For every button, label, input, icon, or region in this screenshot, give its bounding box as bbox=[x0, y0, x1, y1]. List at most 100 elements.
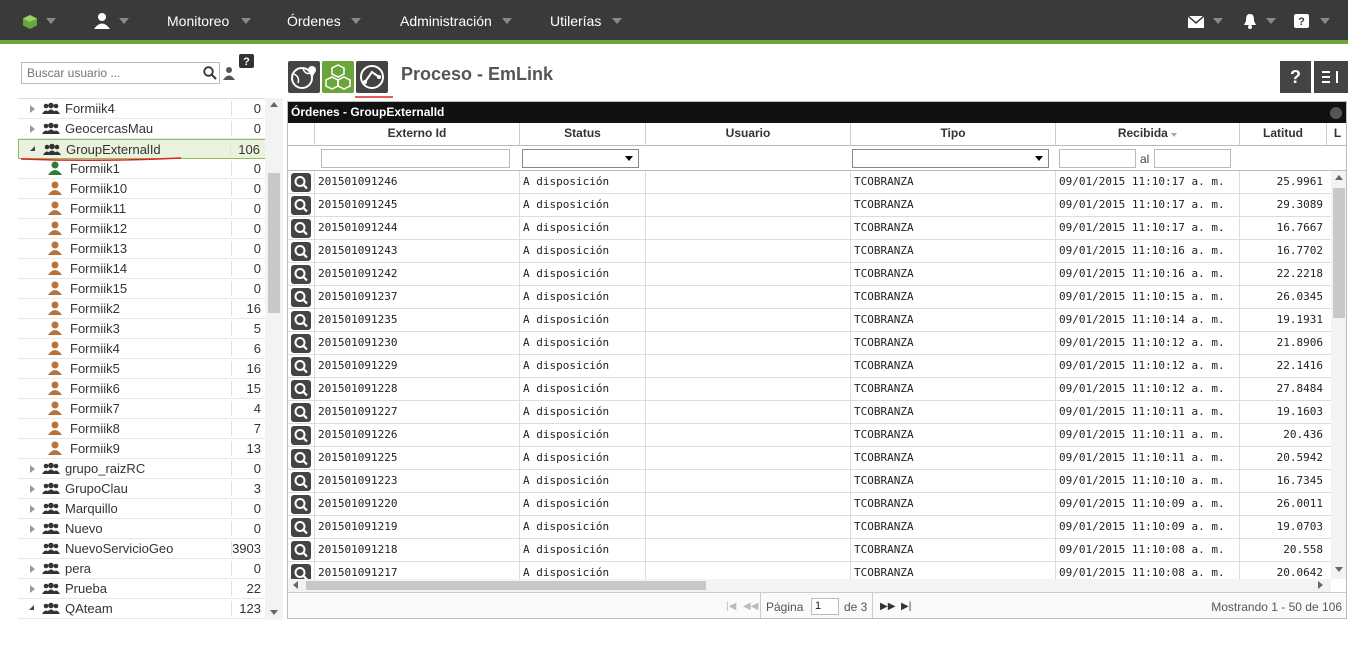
tree-group-item[interactable]: Formiik4 0 bbox=[18, 99, 283, 119]
scroll-right-arrow[interactable] bbox=[1318, 581, 1323, 589]
view-detail-button[interactable] bbox=[291, 242, 311, 261]
user-filter-icon[interactable] bbox=[223, 66, 235, 85]
bell-icon[interactable] bbox=[1243, 13, 1257, 34]
scroll-thumb[interactable] bbox=[268, 173, 280, 313]
chevron-down-icon[interactable] bbox=[1320, 18, 1330, 24]
expand-arrow-icon[interactable] bbox=[30, 125, 35, 133]
tree-user-item[interactable]: Formiik8 7 bbox=[18, 419, 283, 439]
tree-group-item[interactable]: GeocercasMau 0 bbox=[18, 119, 283, 139]
tree-user-item[interactable]: Formiik14 0 bbox=[18, 259, 283, 279]
table-row[interactable]: 201501091242 A disposición TCOBRANZA 09/01/… bbox=[288, 263, 1331, 286]
chevron-down-icon[interactable] bbox=[1266, 18, 1276, 24]
table-row[interactable]: 201501091228 A disposición TCOBRANZA 09/01/… bbox=[288, 378, 1331, 401]
recibida-from-filter[interactable] bbox=[1059, 149, 1136, 168]
table-row[interactable]: 201501091226 A disposición TCOBRANZA 09/01/… bbox=[288, 424, 1331, 447]
view-detail-button[interactable] bbox=[291, 449, 311, 468]
tree-group-item[interactable]: Nuevo 0 bbox=[18, 519, 283, 539]
tree-user-item[interactable]: Formiik2 16 bbox=[18, 299, 283, 319]
collapse-arrow-icon[interactable] bbox=[29, 605, 34, 610]
table-row[interactable]: 201501091246 A disposición TCOBRANZA 09/01/… bbox=[288, 171, 1331, 194]
tree-user-item[interactable]: Formiik9 13 bbox=[18, 439, 283, 459]
view-detail-button[interactable] bbox=[291, 219, 311, 238]
expand-arrow-icon[interactable] bbox=[30, 585, 35, 593]
tree-user-item[interactable]: Formiik13 0 bbox=[18, 239, 283, 259]
table-row[interactable]: 201501091217 A disposición TCOBRANZA 09/01/… bbox=[288, 562, 1331, 579]
tree-user-item[interactable]: Formiik11 0 bbox=[18, 199, 283, 219]
view-detail-button[interactable] bbox=[291, 265, 311, 284]
view-detail-button[interactable] bbox=[291, 357, 311, 376]
view-detail-button[interactable] bbox=[291, 426, 311, 445]
col-header-tipo[interactable]: Tipo bbox=[850, 123, 1055, 146]
tree-user-item[interactable]: Formiik10 0 bbox=[18, 179, 283, 199]
view-detail-button[interactable] bbox=[291, 541, 311, 560]
expand-arrow-icon[interactable] bbox=[30, 505, 35, 513]
col-header-recibida[interactable]: Recibida bbox=[1055, 123, 1239, 146]
tree-user-item[interactable]: Formiik15 0 bbox=[18, 279, 283, 299]
grid-horizontal-scrollbar[interactable] bbox=[288, 579, 1331, 592]
user-search-input[interactable] bbox=[22, 63, 192, 83]
user-icon[interactable] bbox=[93, 11, 111, 34]
tree-group-item[interactable]: NuevoServicioGeo 3903 bbox=[18, 539, 283, 559]
view-detail-button[interactable] bbox=[291, 472, 311, 491]
tree-user-item[interactable]: Formiik7 4 bbox=[18, 399, 283, 419]
menu-button[interactable] bbox=[1314, 61, 1348, 93]
table-row[interactable]: 201501091230 A disposición TCOBRANZA 09/01/… bbox=[288, 332, 1331, 355]
help-icon[interactable]: ? bbox=[1294, 14, 1309, 33]
tree-group-item[interactable]: Marquillo 0 bbox=[18, 499, 283, 519]
tree-user-item[interactable]: Formiik3 5 bbox=[18, 319, 283, 339]
table-row[interactable]: 201501091235 A disposición TCOBRANZA 09/01/… bbox=[288, 309, 1331, 332]
expand-arrow-icon[interactable] bbox=[30, 465, 35, 473]
view-detail-button[interactable] bbox=[291, 334, 311, 353]
tree-scrollbar[interactable] bbox=[265, 98, 283, 620]
table-row[interactable]: 201501091237 A disposición TCOBRANZA 09/01/… bbox=[288, 286, 1331, 309]
table-row[interactable]: 201501091245 A disposición TCOBRANZA 09/01/… bbox=[288, 194, 1331, 217]
page-number-input[interactable]: 1 bbox=[811, 598, 839, 615]
scroll-up-arrow[interactable] bbox=[270, 102, 278, 107]
col-header-latitud[interactable]: Latitud bbox=[1239, 123, 1326, 146]
cubes-process-button[interactable] bbox=[322, 61, 354, 93]
view-detail-button[interactable] bbox=[291, 403, 311, 422]
tree-user-item[interactable]: Formiik12 0 bbox=[18, 219, 283, 239]
status-filter-select[interactable] bbox=[522, 149, 639, 168]
table-row[interactable]: 201501091243 A disposición TCOBRANZA 09/01/… bbox=[288, 240, 1331, 263]
prev-page-icon[interactable]: ◀◀ bbox=[743, 601, 758, 612]
expand-arrow-icon[interactable] bbox=[30, 525, 35, 533]
last-page-icon[interactable]: ▶| bbox=[901, 601, 911, 612]
chevron-down-icon[interactable] bbox=[1213, 18, 1223, 24]
mail-icon[interactable] bbox=[1187, 15, 1205, 33]
tree-user-item[interactable]: Formiik6 15 bbox=[18, 379, 283, 399]
view-detail-button[interactable] bbox=[291, 495, 311, 514]
col-header-longitud[interactable]: L bbox=[1326, 123, 1346, 146]
chevron-down-icon[interactable] bbox=[46, 18, 56, 24]
table-row[interactable]: 201501091229 A disposición TCOBRANZA 09/01/… bbox=[288, 355, 1331, 378]
search-icon[interactable] bbox=[203, 66, 217, 85]
chevron-down-icon[interactable] bbox=[119, 18, 129, 24]
scroll-thumb[interactable] bbox=[1333, 188, 1345, 318]
help-button[interactable]: ? bbox=[1280, 61, 1311, 93]
collapse-arrow-icon[interactable] bbox=[30, 146, 35, 151]
scroll-up-arrow[interactable] bbox=[1335, 175, 1343, 180]
expand-arrow-icon[interactable] bbox=[30, 565, 35, 573]
nav-ordenes[interactable]: Órdenes bbox=[287, 0, 361, 40]
col-header-status[interactable]: Status bbox=[519, 123, 645, 146]
tree-user-item[interactable]: Formiik4 6 bbox=[18, 339, 283, 359]
col-header-externo-id[interactable]: Externo Id bbox=[314, 123, 519, 146]
nav-administracion[interactable]: Administración bbox=[400, 0, 512, 40]
grid-vertical-scrollbar[interactable] bbox=[1331, 171, 1346, 579]
scroll-down-arrow[interactable] bbox=[270, 610, 278, 615]
table-row[interactable]: 201501091223 A disposición TCOBRANZA 09/01/… bbox=[288, 470, 1331, 493]
tree-group-item[interactable]: QAteam 123 bbox=[18, 599, 283, 619]
expand-arrow-icon[interactable] bbox=[30, 485, 35, 493]
tree-user-item[interactable]: Formiik5 16 bbox=[18, 359, 283, 379]
view-detail-button[interactable] bbox=[291, 380, 311, 399]
next-page-icon[interactable]: ▶▶ bbox=[880, 601, 895, 612]
help-icon[interactable]: ? bbox=[239, 54, 254, 73]
col-header-usuario[interactable]: Usuario bbox=[645, 123, 850, 146]
view-detail-button[interactable] bbox=[291, 518, 311, 537]
nav-utilerias[interactable]: Utilerías bbox=[550, 0, 622, 40]
recibida-to-filter[interactable] bbox=[1154, 149, 1231, 168]
expand-arrow-icon[interactable] bbox=[30, 105, 35, 113]
user-search-box[interactable] bbox=[21, 62, 220, 84]
map-process-button[interactable] bbox=[288, 61, 320, 93]
tree-group-item[interactable]: pera 0 bbox=[18, 559, 283, 579]
